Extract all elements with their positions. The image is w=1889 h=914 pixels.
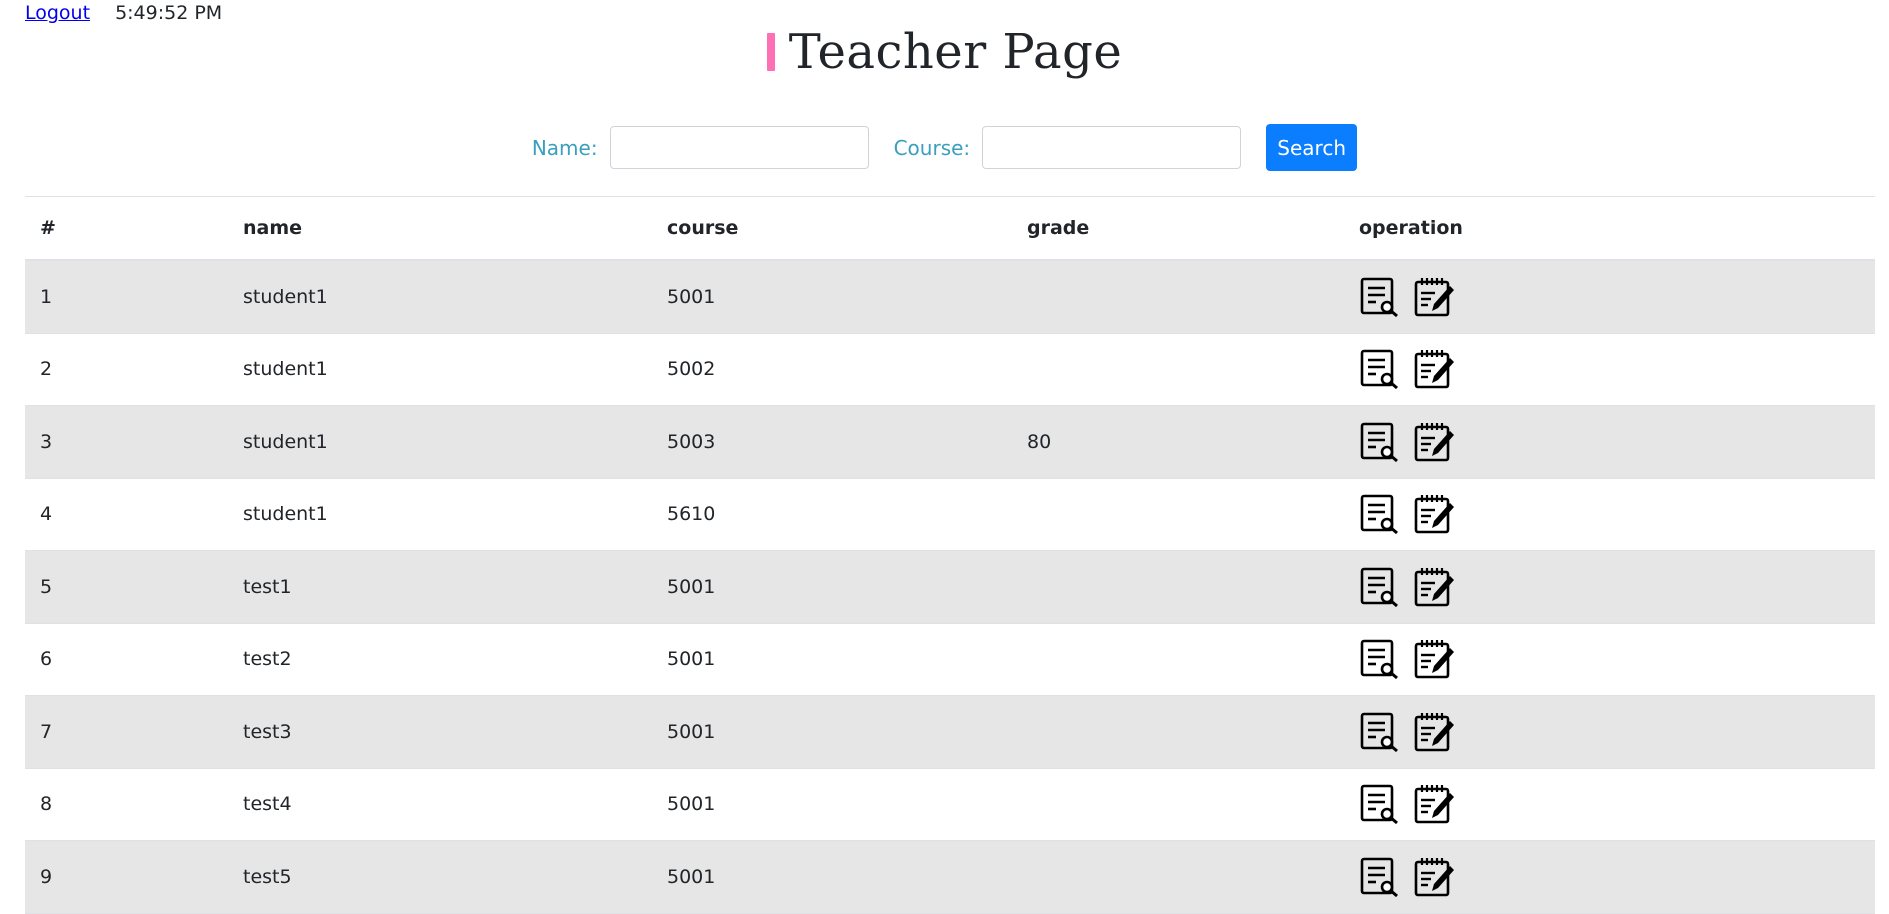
cell-number: 1 [40, 285, 53, 308]
header-grade: grade [1027, 217, 1090, 239]
course-input[interactable] [982, 126, 1242, 169]
search-form: Name: Course: Search [0, 124, 1889, 171]
document-search-icon[interactable] [1359, 783, 1401, 825]
cell-name: student1 [243, 358, 328, 381]
edit-notepad-icon[interactable] [1413, 348, 1455, 390]
document-search-icon[interactable] [1359, 348, 1401, 390]
header-number: # [40, 217, 56, 239]
grades-table: # name course grade operation 1 student1 5… [25, 196, 1875, 914]
cell-number: 7 [40, 720, 53, 743]
edit-notepad-icon[interactable] [1413, 783, 1455, 825]
cell-operation [1344, 783, 1875, 825]
edit-notepad-icon[interactable] [1413, 711, 1455, 753]
document-search-icon[interactable] [1359, 421, 1401, 463]
cell-operation [1344, 421, 1875, 463]
top-bar: Logout 5:49:52 PM [25, 0, 222, 26]
cell-operation [1344, 856, 1875, 898]
name-label: Name: [531, 135, 598, 160]
table-row: 9 test5 5001 [25, 841, 1875, 914]
cell-operation [1344, 276, 1875, 318]
edit-notepad-icon[interactable] [1413, 638, 1455, 680]
cell-course: 5001 [667, 575, 716, 598]
document-search-icon[interactable] [1359, 638, 1401, 680]
name-input[interactable] [609, 126, 869, 169]
cell-name: test3 [243, 720, 292, 743]
page-header: Teacher Page [0, 24, 1889, 80]
header-name: name [243, 217, 303, 239]
cell-name: test4 [243, 793, 292, 816]
cell-course: 5610 [667, 503, 716, 526]
edit-notepad-icon[interactable] [1413, 493, 1455, 535]
cell-course: 5001 [667, 793, 716, 816]
edit-notepad-icon[interactable] [1413, 276, 1455, 318]
cell-course: 5001 [667, 285, 716, 308]
cell-name: student1 [243, 503, 328, 526]
document-search-icon[interactable] [1359, 566, 1401, 608]
table-row: 3 student1 5003 80 [25, 406, 1875, 479]
cell-number: 8 [40, 793, 53, 816]
cell-number: 5 [40, 575, 53, 598]
cell-number: 6 [40, 648, 53, 671]
logout-link[interactable]: Logout [25, 2, 90, 24]
cell-course: 5003 [667, 430, 716, 453]
document-search-icon[interactable] [1359, 276, 1401, 318]
edit-notepad-icon[interactable] [1413, 856, 1455, 898]
clock-time: 5:49:52 PM [115, 2, 223, 24]
cell-name: test5 [243, 865, 292, 888]
cell-course: 5001 [667, 648, 716, 671]
course-label: Course: [893, 135, 971, 160]
cell-number: 2 [40, 358, 53, 381]
cell-operation [1344, 493, 1875, 535]
cell-operation [1344, 638, 1875, 680]
header-operation: operation [1359, 217, 1463, 239]
cell-operation [1344, 348, 1875, 390]
table-row: 6 test2 5001 [25, 624, 1875, 696]
cell-name: test1 [243, 575, 292, 598]
cell-number: 3 [40, 430, 53, 453]
page-title: Teacher Page [788, 24, 1123, 80]
cell-number: 4 [40, 503, 53, 526]
table-row: 7 test3 5001 [25, 696, 1875, 769]
table-row: 1 student1 5001 [25, 261, 1875, 334]
cell-grade: 80 [1027, 430, 1052, 453]
cell-course: 5001 [667, 865, 716, 888]
table-row: 4 student1 5610 [25, 479, 1875, 551]
document-search-icon[interactable] [1359, 856, 1401, 898]
edit-notepad-icon[interactable] [1413, 566, 1455, 608]
cell-operation [1344, 566, 1875, 608]
cell-number: 9 [40, 865, 53, 888]
document-search-icon[interactable] [1359, 711, 1401, 753]
title-accent-bar [766, 33, 775, 71]
document-search-icon[interactable] [1359, 493, 1401, 535]
cell-name: test2 [243, 648, 292, 671]
cell-course: 5002 [667, 358, 716, 381]
table-row: 5 test1 5001 [25, 551, 1875, 624]
header-course: course [667, 217, 739, 239]
table-row: 2 student1 5002 [25, 334, 1875, 406]
table-row: 8 test4 5001 [25, 769, 1875, 841]
table-body: 1 student1 5001 2 student1 5002 3 student1 5003 8… [25, 261, 1875, 914]
cell-course: 5001 [667, 720, 716, 743]
search-button[interactable]: Search [1266, 124, 1358, 171]
cell-name: student1 [243, 285, 328, 308]
cell-operation [1344, 711, 1875, 753]
table-header-row: # name course grade operation [25, 197, 1875, 261]
edit-notepad-icon[interactable] [1413, 421, 1455, 463]
cell-name: student1 [243, 430, 328, 453]
